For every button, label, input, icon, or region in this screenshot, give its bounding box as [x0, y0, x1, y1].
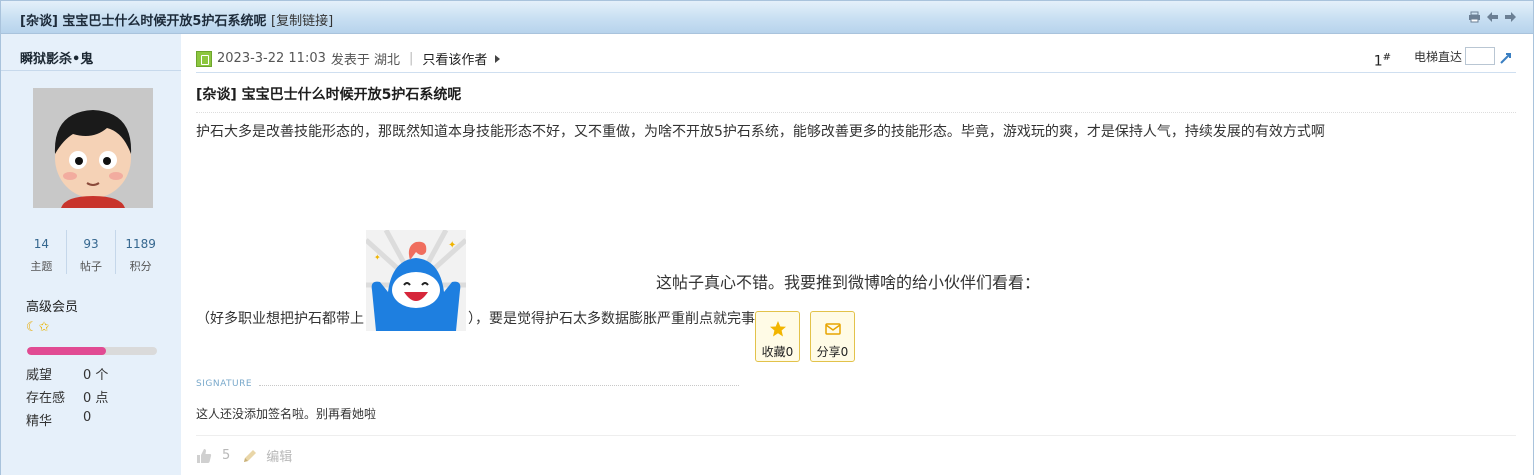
edit-link[interactable]: 编辑: [266, 446, 292, 465]
post-footer: 5 编辑: [196, 446, 292, 465]
star-icon: ✩: [38, 320, 50, 335]
field-prestige: 威望 0 个: [26, 364, 108, 383]
field-prestige-value: 0 个: [83, 368, 109, 383]
post-date: 2023-3-22 11:03: [217, 51, 326, 66]
thread-title-bar: [杂谈] 宝宝巴士什么时候开放5护石系统呢 [复制链接]: [1, 1, 1533, 34]
title-divider: [196, 112, 1516, 113]
envelope-icon: [824, 320, 842, 338]
footer-divider: [196, 435, 1516, 436]
post-body-line2-after: ），要是觉得护石太多数据膨胀严重削点就完事了: [468, 311, 769, 327]
thread-title-text: [杂谈] 宝宝巴士什么时候开放5护石系统呢: [20, 14, 267, 29]
avatar[interactable]: [33, 88, 153, 208]
rank-icons: ☾✩: [26, 320, 50, 335]
floor-number[interactable]: 1#: [1374, 52, 1391, 70]
only-author-link[interactable]: 只看该作者: [422, 49, 487, 68]
author-sidebar: 瞬狱影杀•鬼 14 主题 93 帖子 1189 积分 高级会员 ☾✩ 威望 0 …: [1, 34, 181, 475]
thread-title: [杂谈] 宝宝巴士什么时候开放5护石系统呢 [复制链接]: [20, 10, 333, 29]
stat-points[interactable]: 1189 积分: [115, 230, 165, 274]
post-title: [杂谈] 宝宝巴士什么时候开放5护石系统呢: [196, 87, 462, 103]
floor-jump-input[interactable]: [1465, 47, 1495, 65]
field-presence: 存在感 0 点: [26, 387, 108, 406]
emoji-sticker-icon: ✦ ✦: [364, 228, 468, 331]
like-count: 5: [222, 448, 231, 463]
stat-threads[interactable]: 14 主题: [17, 230, 66, 274]
signature-label: SIGNATURE: [196, 379, 253, 389]
author-name[interactable]: 瞬狱影杀•鬼: [20, 48, 93, 67]
stat-threads-label: 主题: [30, 260, 53, 273]
post-location: 发表于 湖北: [330, 53, 401, 68]
thumbs-up-icon[interactable]: [196, 448, 212, 464]
share-label: 分享0: [816, 345, 849, 359]
stat-posts-label: 帖子: [80, 260, 102, 273]
level-progress-fill: [27, 347, 107, 355]
favorite-label: 收藏0: [761, 345, 794, 359]
arrow-right-icon: [495, 54, 501, 63]
share-button[interactable]: 分享0: [810, 311, 855, 362]
stat-points-value: 1189: [125, 237, 156, 251]
copy-link-button[interactable]: [复制链接]: [271, 14, 333, 29]
meta-divider: [196, 72, 1516, 73]
meta-separator: |: [409, 51, 414, 66]
star-icon: [769, 320, 787, 338]
level-progress-bar: [27, 347, 157, 355]
field-digest: 精华 0: [26, 410, 91, 429]
floor-jump-go-icon[interactable]: [1499, 51, 1513, 65]
prev-thread-icon[interactable]: [1486, 11, 1499, 23]
post-body-line2-before: （好多职业想把护石都带上: [196, 311, 364, 327]
field-presence-label: 存在感: [26, 391, 66, 406]
share-prompt: 这帖子真心不错。我要推到微博啥的给小伙伴们看看：: [656, 273, 1041, 292]
member-rank: 高级会员: [26, 300, 79, 315]
stat-posts-value: 93: [83, 237, 99, 251]
forum-post-frame: [杂谈] 宝宝巴士什么时候开放5护石系统呢 [复制链接] 瞬狱影杀•鬼 14 主…: [0, 0, 1534, 475]
post-content-area: 2023-3-22 11:03 发表于 湖北 | 只看该作者 1# 电梯直达 […: [181, 34, 1533, 475]
favorite-button[interactable]: 收藏0: [755, 311, 800, 362]
svg-text:✦: ✦: [448, 240, 456, 251]
next-thread-icon[interactable]: [1504, 11, 1517, 23]
floor-number-sup: #: [1382, 52, 1391, 63]
post-body-line1: 护石大多是改善技能形态的，那既然知道本身技能形态不好，又不重做，为啥不开放5护石…: [196, 124, 1325, 140]
floor-jump: 电梯直达: [1414, 47, 1495, 65]
field-prestige-label: 威望: [26, 368, 53, 383]
stat-posts[interactable]: 93 帖子: [65, 230, 116, 274]
online-badge-icon: [196, 50, 212, 67]
field-presence-value: 0 点: [83, 391, 109, 406]
sidebar-divider: [1, 70, 181, 71]
print-icon[interactable]: [1468, 11, 1481, 23]
floor-number-value: 1: [1373, 53, 1383, 70]
post-actions: 收藏0 分享0: [755, 311, 855, 362]
field-digest-label: 精华: [26, 414, 53, 429]
pencil-icon: [242, 448, 258, 464]
stat-points-label: 积分: [129, 260, 152, 273]
author-stats: 14 主题 93 帖子 1189 积分: [17, 230, 165, 274]
svg-text:✦: ✦: [374, 253, 381, 262]
thread-tools: [1468, 11, 1517, 23]
signature-divider: [259, 385, 739, 386]
moon-icon: ☾: [26, 320, 38, 335]
post-meta: 2023-3-22 11:03 发表于 湖北 | 只看该作者: [196, 49, 501, 68]
field-digest-value: 0: [83, 410, 92, 425]
stat-threads-value: 14: [33, 237, 49, 251]
floor-jump-label: 电梯直达: [1413, 49, 1462, 64]
signature-text: 这人还没添加签名啦。别再看她啦: [196, 407, 377, 421]
